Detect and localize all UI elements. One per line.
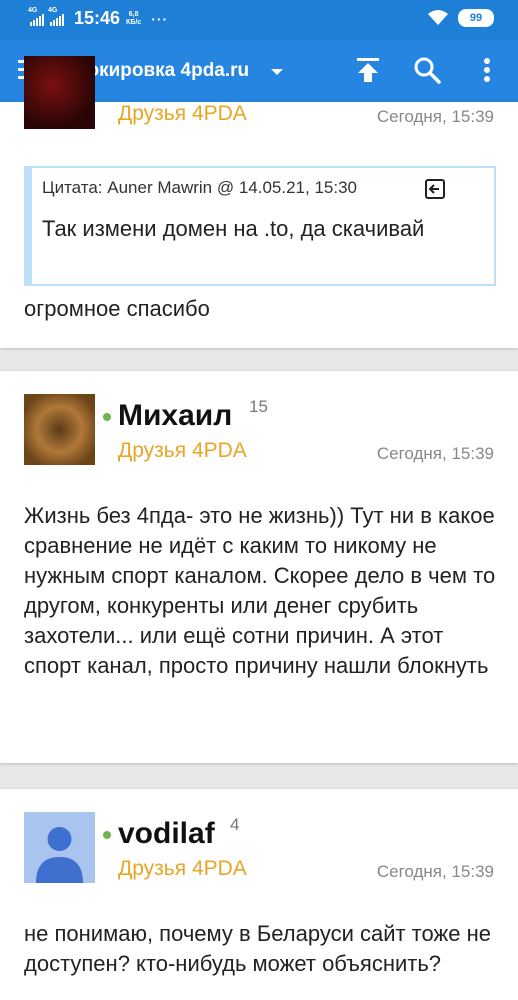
network-type-1: 4G	[28, 6, 38, 14]
wifi-icon	[428, 10, 448, 25]
post-text: Жизнь без 4пда- это не жизнь)) Тут ни в …	[24, 503, 496, 678]
online-status-icon	[103, 413, 111, 421]
signal-icon-2: 4G	[48, 7, 64, 26]
scroll-top-icon[interactable]	[353, 55, 383, 85]
post-card: Михаил 15 Друзья 4PDA Сегодня, 15:39 Жиз…	[0, 371, 518, 763]
quote-header: Цитата: Auner Mawrin @ 14.05.21, 15:30	[42, 178, 357, 197]
post-date: Сегодня, 15:39	[376, 107, 494, 126]
post-text: не понимаю, почему в Беларуси сайт тоже …	[24, 921, 491, 976]
quote-text: Так измени домен на .to, да скачивай	[42, 216, 425, 241]
reputation-count[interactable]: 4	[230, 815, 239, 835]
signal-icon-1: 4G	[28, 7, 44, 26]
quote-block: Цитата: Auner Mawrin @ 14.05.21, 15:30 Т…	[24, 166, 496, 286]
post-text: огромное спасибо	[24, 296, 210, 321]
default-avatar-icon	[36, 827, 83, 883]
post-card: Друзья 4PDA Сегодня, 15:39 Цитата: Auner…	[0, 56, 518, 348]
post-date: Сегодня, 15:39	[376, 444, 494, 463]
speed-unit: КБ/с	[126, 18, 142, 26]
battery-icon: 99	[458, 9, 494, 27]
more-vert-icon[interactable]	[472, 55, 502, 85]
status-bar: 4G 4G 15:46 6,8 КБ/с ··· 99	[0, 0, 518, 40]
user-group: Друзья 4PDA	[118, 857, 247, 880]
post-date: Сегодня, 15:39	[376, 862, 494, 881]
username[interactable]: Михаил	[118, 399, 232, 433]
go-to-quote-icon[interactable]	[424, 178, 446, 200]
clock: 15:46	[74, 8, 121, 28]
avatar[interactable]	[24, 56, 95, 129]
speed-value: 6,8	[128, 10, 139, 18]
network-speed: 6,8 КБ/с	[126, 11, 141, 27]
reputation-count[interactable]: 15	[249, 397, 268, 417]
username[interactable]: vodilaf	[118, 817, 215, 851]
user-group: Друзья 4PDA	[118, 102, 247, 125]
avatar[interactable]	[24, 394, 95, 465]
notification-more-icon: ···	[151, 10, 169, 27]
network-type-2: 4G	[48, 6, 58, 14]
search-icon[interactable]	[412, 55, 442, 85]
user-group: Друзья 4PDA	[118, 439, 247, 462]
post-card: vodilaf 4 Друзья 4PDA Сегодня, 15:39 не …	[0, 789, 518, 1000]
dropdown-caret-icon[interactable]	[271, 69, 283, 75]
avatar[interactable]	[24, 812, 95, 883]
online-status-icon	[103, 831, 111, 839]
